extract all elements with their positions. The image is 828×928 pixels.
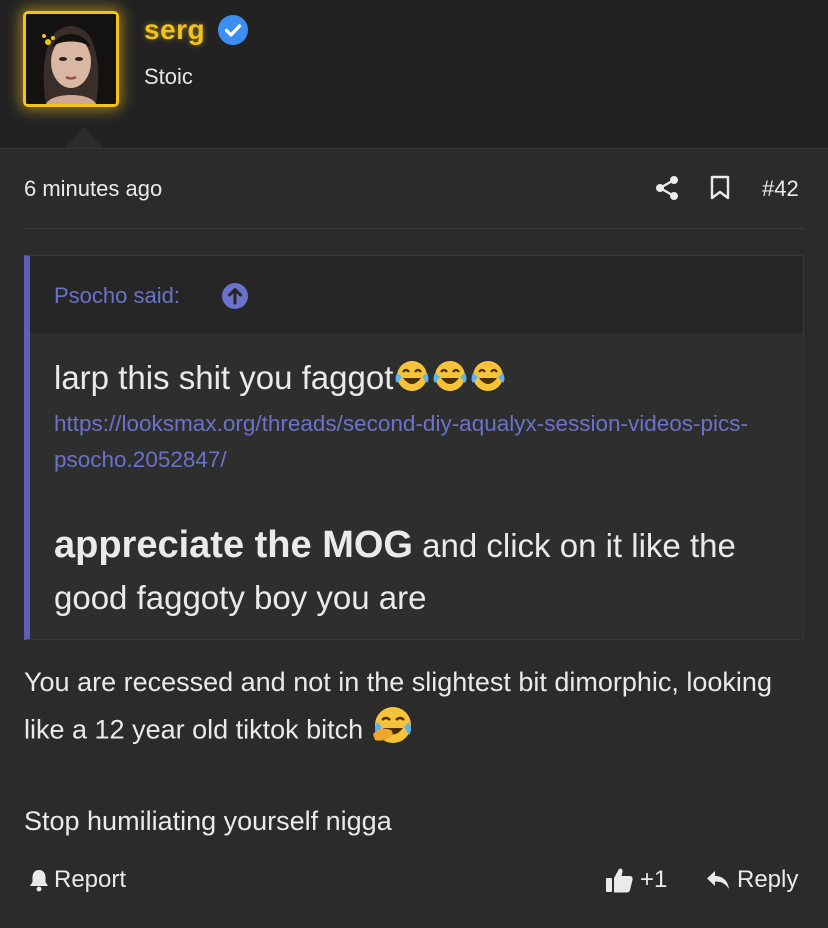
reply-label: Reply (737, 866, 799, 893)
reply-button[interactable]: Reply (705, 866, 798, 894)
share-icon[interactable] (654, 175, 680, 206)
avatar-image (26, 14, 116, 104)
laughing-crying-emoji (431, 359, 469, 401)
quote-text-line: larp this shit you faggot (54, 359, 507, 401)
laughing-crying-emoji (469, 359, 507, 401)
report-button[interactable]: Report (28, 866, 126, 894)
verified-badge-icon (218, 15, 248, 45)
laughing-crying-emoji (393, 359, 431, 401)
like-count: +1 (640, 866, 668, 893)
bell-icon (30, 870, 48, 892)
like-button[interactable]: +1 (604, 866, 667, 894)
avatar-pointer (64, 127, 104, 148)
post-header (0, 0, 828, 148)
reply-icon (707, 871, 729, 889)
divider (24, 228, 804, 229)
thumbs-up-icon (606, 868, 633, 893)
quote-thread-link[interactable]: https://looksmax.org/threads/second-diy-… (54, 406, 774, 478)
post-timestamp[interactable]: 6 minutes ago (24, 176, 162, 202)
arrow-up-circle-icon[interactable] (221, 282, 249, 315)
quote-bold-text: appreciate the MOG (54, 524, 413, 566)
bookmark-icon[interactable] (709, 175, 731, 206)
quote-block: Psocho said: larp this shit you faggot h… (24, 255, 804, 640)
username[interactable]: serg (144, 14, 205, 46)
message-paragraph: You are recessed and not in the slightes… (24, 660, 804, 759)
post-message: You are recessed and not in the slightes… (24, 660, 804, 843)
quote-author-link[interactable]: Psocho said: (54, 283, 180, 309)
quote-text-line: appreciate the MOG and click on it like … (54, 519, 794, 624)
user-title: Stoic (144, 64, 193, 89)
message-paragraph: Stop humiliating yourself nigga (24, 806, 392, 836)
quote-text: larp this shit you faggot (54, 359, 394, 396)
avatar[interactable] (23, 11, 119, 107)
post-number-link[interactable]: #42 (762, 176, 799, 202)
report-label: Report (54, 866, 127, 893)
facepalm-crying-emoji (371, 704, 415, 759)
